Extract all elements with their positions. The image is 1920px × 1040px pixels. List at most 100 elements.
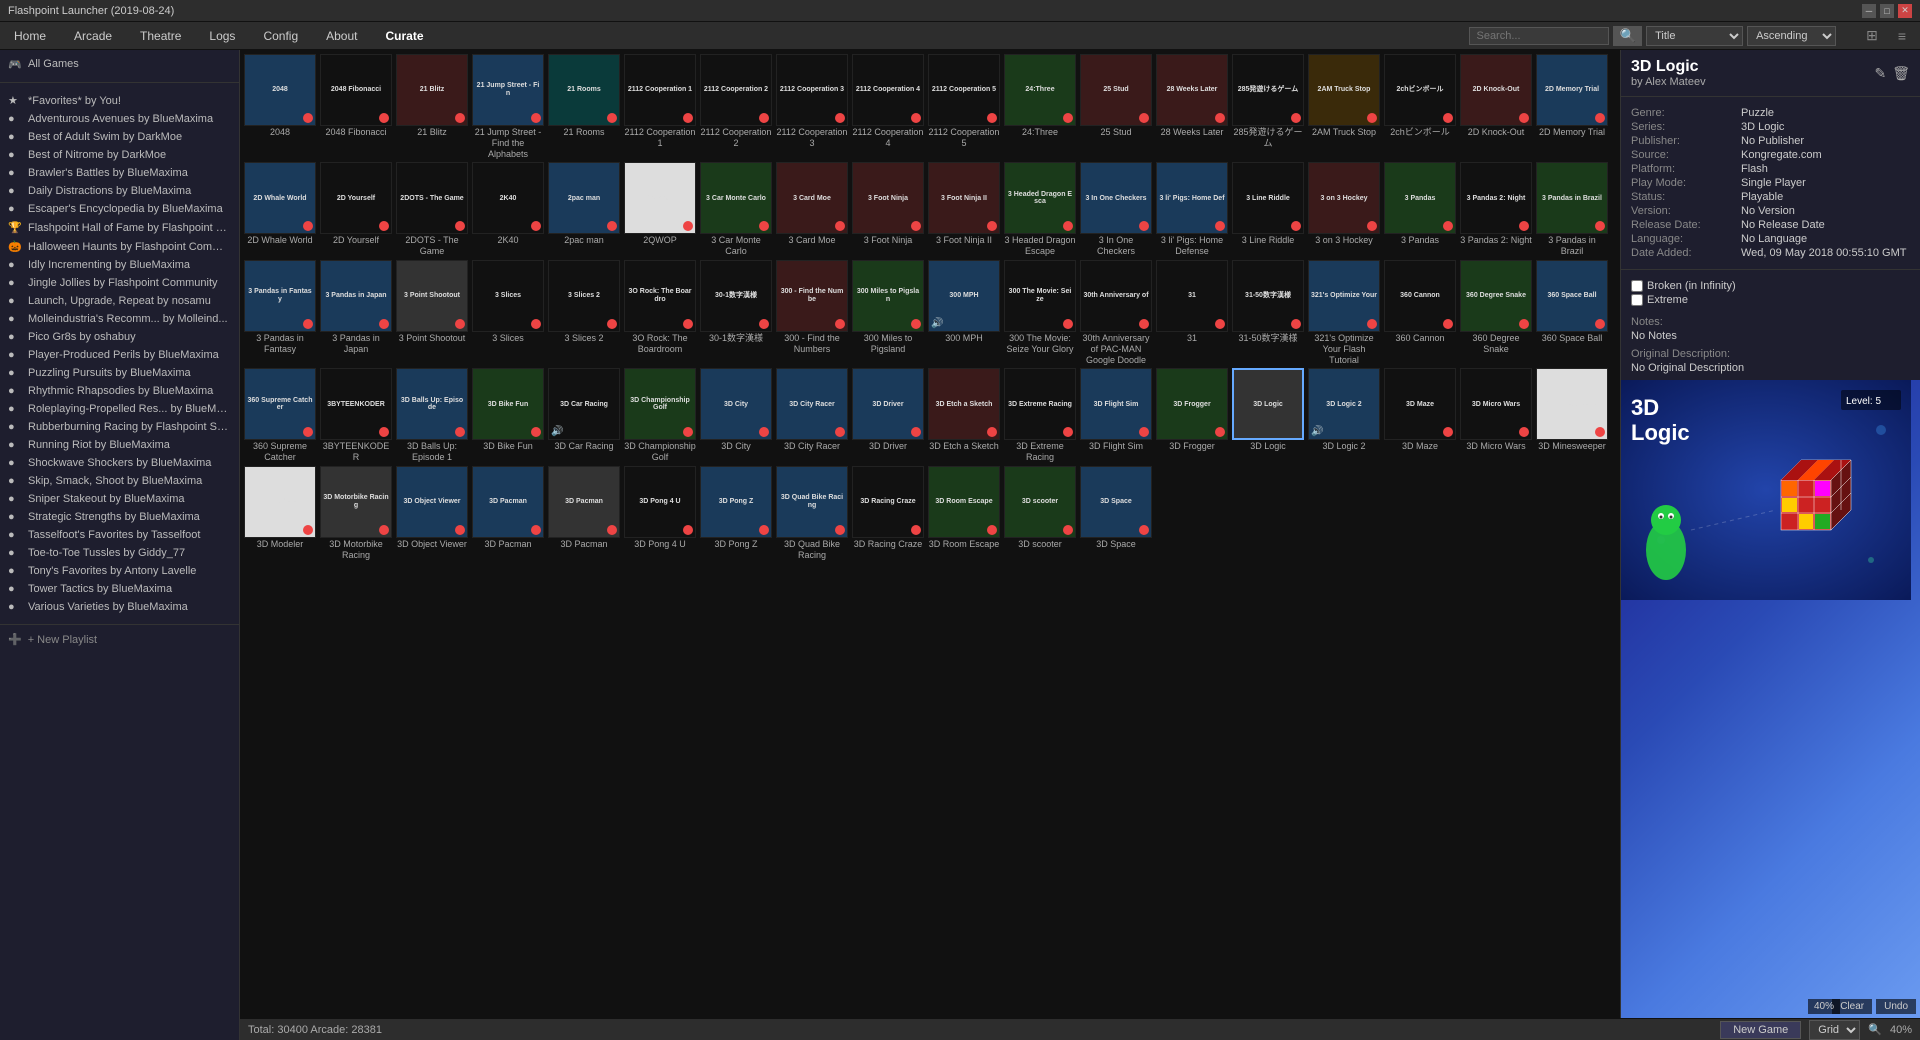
game-thumb-360-degree-snake[interactable]: 360 Degree Snake360 Degree Snake — [1460, 260, 1532, 366]
search-input[interactable] — [1469, 27, 1609, 45]
menu-about[interactable]: About — [320, 27, 363, 45]
sidebar-item-strategic[interactable]: ●Strategic Strengths by BlueMaxima — [0, 508, 239, 526]
close-button[interactable]: ✕ — [1898, 4, 1912, 18]
game-thumb-301-kanji[interactable]: 30-1数字漢様30-1数字漢様 — [700, 260, 772, 366]
game-thumb-3d-championship[interactable]: 3D Championship Golf3D Championship Golf — [624, 368, 696, 464]
game-thumb-3-foot-ninja2[interactable]: 3 Foot Ninja II3 Foot Ninja II — [928, 162, 1000, 258]
game-thumb-3d-motorbike[interactable]: 3D Motorbike Racing3D Motorbike Racing — [320, 466, 392, 562]
sidebar-item-molle[interactable]: ●Molleindustria's Recomm... by Molleind.… — [0, 310, 239, 328]
game-thumb-3d-minesweeper[interactable]: 3D Minesweeper3D Minesweeper — [1536, 368, 1608, 464]
game-thumb-3d-driver[interactable]: 3D Driver3D Driver — [852, 368, 924, 464]
game-thumb-360-space-ball[interactable]: 360 Space Ball360 Space Ball — [1536, 260, 1608, 366]
game-thumb-21-rooms[interactable]: 21 Rooms21 Rooms — [548, 54, 620, 160]
sidebar-item-launch[interactable]: ●Launch, Upgrade, Repeat by nosamu — [0, 292, 239, 310]
game-thumb-2ch-pin[interactable]: 2chビンボール2chビンボール — [1384, 54, 1456, 160]
game-thumb-3d-city[interactable]: 3D City3D City — [700, 368, 772, 464]
view-select[interactable]: Grid List — [1809, 1020, 1860, 1040]
game-thumb-300-movie[interactable]: 300 The Movie: Seize300 The Movie: Seize… — [1004, 260, 1076, 366]
extreme-checkbox[interactable] — [1631, 294, 1643, 306]
sort-field-select[interactable]: Title Date Added Release Date — [1646, 26, 1743, 46]
game-thumb-3d-space[interactable]: 3D Space3D Space — [1080, 466, 1152, 562]
sidebar-item-brawlers[interactable]: ●Brawler's Battles by BlueMaxima — [0, 164, 239, 182]
game-thumb-2am-truck[interactable]: 2AM Truck Stop2AM Truck Stop — [1308, 54, 1380, 160]
game-thumb-2d-memory[interactable]: 2D Memory Trial2D Memory Trial — [1536, 54, 1608, 160]
sidebar-item-daily[interactable]: ●Daily Distractions by BlueMaxima — [0, 182, 239, 200]
sidebar-item-rubberburning[interactable]: ●Rubberburning Racing by Flashpoint Staf… — [0, 418, 239, 436]
sidebar-item-adult-swim[interactable]: ●Best of Adult Swim by DarkMoe — [0, 128, 239, 146]
sidebar-item-favorites[interactable]: ★*Favorites* by You! — [0, 91, 239, 110]
game-thumb-3li-pigs[interactable]: 3 li' Pigs: Home Def3 li' Pigs: Home Def… — [1156, 162, 1228, 258]
game-thumb-3d-frogger[interactable]: 3D Frogger3D Frogger — [1156, 368, 1228, 464]
game-thumb-3d-car-racing[interactable]: 3D Car Racing🔊3D Car Racing — [548, 368, 620, 464]
game-thumb-3d-pacman2[interactable]: 3D Pacman3D Pacman — [548, 466, 620, 562]
sidebar-item-escapers[interactable]: ●Escaper's Encyclopedia by BlueMaxima — [0, 200, 239, 218]
sidebar-item-rhythmic[interactable]: ●Rhythmic Rhapsodies by BlueMaxima — [0, 382, 239, 400]
sidebar-item-toe[interactable]: ●Toe-to-Toe Tussles by Giddy_77 — [0, 544, 239, 562]
game-thumb-3byte[interactable]: 3BYTEENKODER3BYTEENKODER — [320, 368, 392, 464]
game-thumb-2k40[interactable]: 2K402K40 — [472, 162, 544, 258]
game-thumb-30rock[interactable]: 3O Rock: The Boardro3O Rock: The Boardro… — [624, 260, 696, 366]
sidebar-item-jingle[interactable]: ●Jingle Jollies by Flashpoint Community — [0, 274, 239, 292]
sidebar-item-nitrome[interactable]: ●Best of Nitrome by DarkMoe — [0, 146, 239, 164]
game-thumb-3-pandas-fantasy[interactable]: 3 Pandas in Fantasy3 Pandas in Fantasy — [244, 260, 316, 366]
sidebar-item-puzzling[interactable]: ●Puzzling Pursuits by BlueMaxima — [0, 364, 239, 382]
sidebar-item-idly[interactable]: ●Idly Incrementing by BlueMaxima — [0, 256, 239, 274]
game-thumb-31[interactable]: 3131 — [1156, 260, 1228, 366]
game-thumb-3-card-moe[interactable]: 3 Card Moe3 Card Moe — [776, 162, 848, 258]
menu-arcade[interactable]: Arcade — [68, 27, 118, 45]
sidebar-item-shockwave[interactable]: ●Shockwave Shockers by BlueMaxima — [0, 454, 239, 472]
game-thumb-3-headed[interactable]: 3 Headed Dragon Esca3 Headed Dragon Esca… — [1004, 162, 1076, 258]
game-thumb-3d-quad-bike[interactable]: 3D Quad Bike Racing3D Quad Bike Racing — [776, 466, 848, 562]
game-thumb-30th-anniversary[interactable]: 30th Anniversary of 30th Anniversary of … — [1080, 260, 1152, 366]
game-thumb-2112-coop3[interactable]: 2112 Cooperation 32112 Cooperation 3 — [776, 54, 848, 160]
sort-direction-select[interactable]: Ascending Descending — [1747, 26, 1836, 46]
menu-theatre[interactable]: Theatre — [134, 27, 187, 45]
new-game-button[interactable]: New Game — [1720, 1021, 1801, 1039]
game-thumb-3-point-shootout[interactable]: 3 Point Shootout3 Point Shootout — [396, 260, 468, 366]
game-thumb-3d-object-viewer[interactable]: 3D Object Viewer3D Object Viewer — [396, 466, 468, 562]
sidebar-item-tonys[interactable]: ●Tony's Favorites by Antony Lavelle — [0, 562, 239, 580]
game-thumb-2d-yourself[interactable]: 2D Yourself2D Yourself — [320, 162, 392, 258]
game-thumb-3d-extreme[interactable]: 3D Extreme Racing3D Extreme Racing — [1004, 368, 1076, 464]
game-thumb-2048[interactable]: 20482048 — [244, 54, 316, 160]
game-thumb-3d-logic-2[interactable]: 3D Logic 2🔊3D Logic 2 — [1308, 368, 1380, 464]
game-thumb-2112-coop5[interactable]: 2112 Cooperation 52112 Cooperation 5 — [928, 54, 1000, 160]
search-button[interactable]: 🔍 — [1613, 26, 1642, 46]
game-thumb-21-blitz[interactable]: 21 Blitz21 Blitz — [396, 54, 468, 160]
undo-button[interactable]: Undo — [1876, 999, 1916, 1014]
game-thumb-300-mph[interactable]: 300 MPH🔊300 MPH — [928, 260, 1000, 366]
menu-curate[interactable]: Curate — [379, 27, 429, 45]
delete-button[interactable]: 🗑 — [1892, 65, 1910, 82]
game-thumb-28-weeks[interactable]: 28 Weeks Later28 Weeks Later — [1156, 54, 1228, 160]
menu-logs[interactable]: Logs — [203, 27, 241, 45]
game-thumb-2d-whale[interactable]: 2D Whale World2D Whale World — [244, 162, 316, 258]
sidebar-item-hall-of-fame[interactable]: 🏆Flashpoint Hall of Fame by Flashpoint S… — [0, 218, 239, 237]
game-thumb-360-supreme[interactable]: 360 Supreme Catcher360 Supreme Catcher — [244, 368, 316, 464]
game-thumb-2qwop[interactable]: 2QWOP2QWOP — [624, 162, 696, 258]
game-thumb-2048-fib[interactable]: 2048 Fibonacci2048 Fibonacci — [320, 54, 392, 160]
game-thumb-300-miles[interactable]: 300 Miles to Pigslan300 Miles to Pigslan… — [852, 260, 924, 366]
game-thumb-3-pandas-brazil[interactable]: 3 Pandas in Brazil3 Pandas in Brazil — [1536, 162, 1608, 258]
maximize-button[interactable]: □ — [1880, 4, 1894, 18]
game-thumb-3d-room-escape[interactable]: 3D Room Escape3D Room Escape — [928, 466, 1000, 562]
game-thumb-300-find[interactable]: 300 - Find the Numbe300 - Find the Numbe… — [776, 260, 848, 366]
sidebar-item-halloween[interactable]: 🎃Halloween Haunts by Flashpoint Communit… — [0, 237, 239, 256]
game-thumb-31-50-kanji[interactable]: 31-50数字漢様31-50数字漢様 — [1232, 260, 1304, 366]
game-thumb-3d-logic[interactable]: 3D Logic3D Logic — [1232, 368, 1304, 464]
edit-button[interactable]: ✎ — [1874, 65, 1886, 82]
sidebar-item-tower[interactable]: ●Tower Tactics by BlueMaxima — [0, 580, 239, 598]
sidebar-item-skip[interactable]: ●Skip, Smack, Shoot by BlueMaxima — [0, 472, 239, 490]
game-thumb-3d-city-racer[interactable]: 3D City Racer3D City Racer — [776, 368, 848, 464]
game-thumb-3d-flight[interactable]: 3D Flight Sim3D Flight Sim — [1080, 368, 1152, 464]
menu-config[interactable]: Config — [257, 27, 304, 45]
game-thumb-3d-bike-fun[interactable]: 3D Bike Fun3D Bike Fun — [472, 368, 544, 464]
game-thumb-360-cannon[interactable]: 360 Cannon360 Cannon — [1384, 260, 1456, 366]
game-thumb-3d-modeler[interactable]: 3D Modeler3D Modeler — [244, 466, 316, 562]
menu-home[interactable]: Home — [8, 27, 52, 45]
game-thumb-3-foot-ninja[interactable]: 3 Foot Ninja3 Foot Ninja — [852, 162, 924, 258]
game-thumb-3d-micro-wars[interactable]: 3D Micro Wars3D Micro Wars — [1460, 368, 1532, 464]
game-thumb-2112-coop2[interactable]: 2112 Cooperation 22112 Cooperation 2 — [700, 54, 772, 160]
new-playlist-button[interactable]: ➕ + New Playlist — [0, 629, 239, 650]
sidebar-item-adventurous[interactable]: ●Adventurous Avenues by BlueMaxima — [0, 110, 239, 128]
game-thumb-3-slices[interactable]: 3 Slices3 Slices — [472, 260, 544, 366]
